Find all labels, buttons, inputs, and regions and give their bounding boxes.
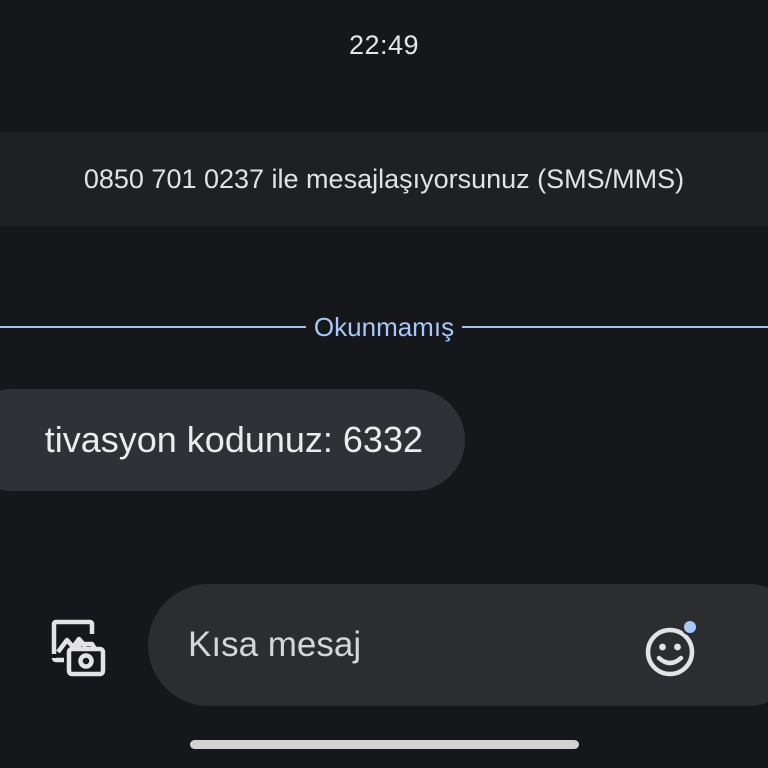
messages-screen: 22:49 0850 701 0237 ile mesajlaşıyorsunu… (0, 0, 768, 768)
info-banner-text: 0850 701 0237 ile mesajlaşıyorsunuz (SMS… (83, 163, 685, 194)
divider-line-right (462, 326, 768, 328)
unread-divider: Okunmamış (0, 310, 768, 344)
conversation-info-banner: 0850 701 0237 ile mesajlaşıyorsunuz (SMS… (0, 132, 768, 226)
gallery-camera-icon (51, 619, 106, 677)
attach-media-button[interactable] (40, 610, 112, 682)
status-bar-time: 22:49 (348, 30, 420, 60)
emoji-smile-icon (645, 618, 699, 677)
divider-line-left (0, 326, 306, 328)
message-input[interactable] (188, 584, 608, 706)
unread-divider-label: Okunmamış (313, 311, 455, 342)
emoji-button[interactable] (642, 618, 704, 680)
incoming-message-bubble[interactable]: tivasyon kodunuz: 6332 (0, 389, 465, 491)
message-text: tivasyon kodunuz: 6332 (44, 419, 423, 460)
compose-bar (148, 584, 768, 706)
gesture-home-bar[interactable] (190, 740, 579, 749)
